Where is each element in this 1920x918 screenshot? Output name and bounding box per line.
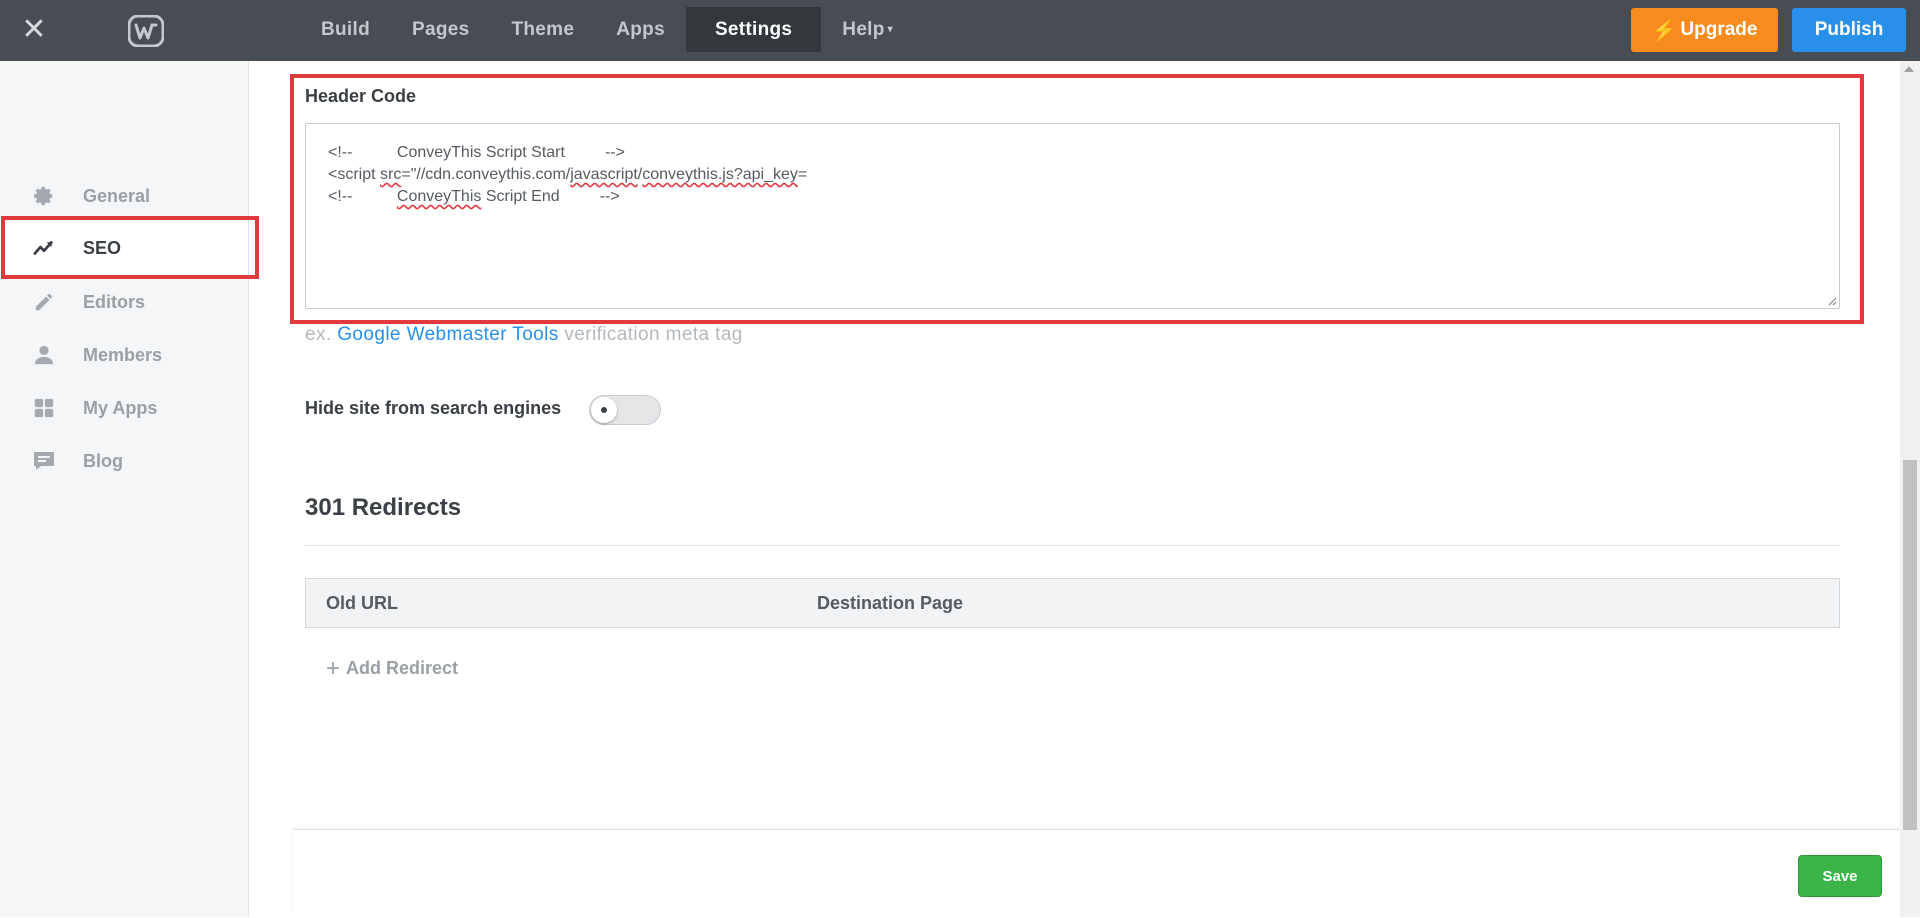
sidebar-item-members[interactable]: Members [0, 330, 248, 380]
main-nav: Build Pages Theme Apps Settings Help ▾ [300, 7, 914, 52]
hide-from-search-label: Hide site from search engines [305, 398, 562, 418]
nav-help[interactable]: Help ▾ [821, 7, 914, 52]
nav-pages[interactable]: Pages [391, 7, 490, 52]
redirects-table-header: Old URL Destination Page [305, 578, 1840, 628]
toggle-knob [591, 397, 617, 423]
grid-icon [30, 394, 58, 422]
google-webmaster-tools-link[interactable]: Google Webmaster Tools [337, 324, 558, 345]
sidebar-item-label: Members [83, 344, 163, 365]
save-button[interactable]: Save [1798, 855, 1882, 897]
upgrade-button[interactable]: ⚡ Upgrade [1631, 8, 1778, 52]
highlight-box-header-code [290, 74, 1864, 324]
highlight-box-seo [1, 216, 259, 279]
sidebar-item-general[interactable]: General [0, 171, 248, 221]
settings-sidebar: General SEO Editors Members My Apps Blog [0, 61, 249, 917]
nav-help-label: Help [842, 19, 885, 40]
column-old-url: Old URL [326, 593, 398, 613]
top-bar: ✕ Build Pages Theme Apps Settings Help ▾ … [0, 0, 1920, 61]
upgrade-label: Upgrade [1680, 19, 1758, 40]
sidebar-item-label: Editors [83, 291, 146, 312]
comment-icon [30, 447, 58, 475]
caret-down-icon: ▾ [887, 24, 893, 36]
add-redirect-button[interactable]: + Add Redirect [326, 655, 458, 683]
add-redirect-label: Add Redirect [346, 658, 459, 678]
hide-from-search-toggle[interactable] [589, 395, 661, 425]
sidebar-item-label: General [83, 185, 151, 206]
person-icon [30, 341, 58, 369]
pencil-icon [30, 288, 58, 316]
sidebar-item-label: Blog [83, 450, 123, 471]
nav-theme[interactable]: Theme [490, 7, 595, 52]
close-icon[interactable]: ✕ [20, 15, 48, 45]
sidebar-item-editors[interactable]: Editors [0, 277, 248, 327]
nav-build[interactable]: Build [300, 7, 391, 52]
plus-icon: + [326, 655, 341, 682]
redirects-title: 301 Redirects [305, 494, 462, 521]
divider [305, 545, 1840, 546]
column-destination-page: Destination Page [817, 593, 964, 613]
header-code-hint: ex. Google Webmaster Tools verification … [305, 324, 743, 345]
scroll-up-icon[interactable] [1904, 66, 1914, 72]
publish-button[interactable]: Publish [1792, 8, 1906, 52]
weebly-logo-icon[interactable] [128, 15, 164, 47]
sidebar-item-blog[interactable]: Blog [0, 436, 248, 486]
lightning-icon: ⚡ [1651, 19, 1677, 42]
sidebar-item-my-apps[interactable]: My Apps [0, 383, 248, 433]
nav-apps[interactable]: Apps [595, 7, 686, 52]
gear-icon [30, 182, 58, 210]
nav-settings[interactable]: Settings [685, 7, 822, 52]
sidebar-item-label: My Apps [83, 397, 158, 418]
save-footer [293, 829, 1900, 918]
scrollbar-thumb[interactable] [1903, 460, 1917, 830]
